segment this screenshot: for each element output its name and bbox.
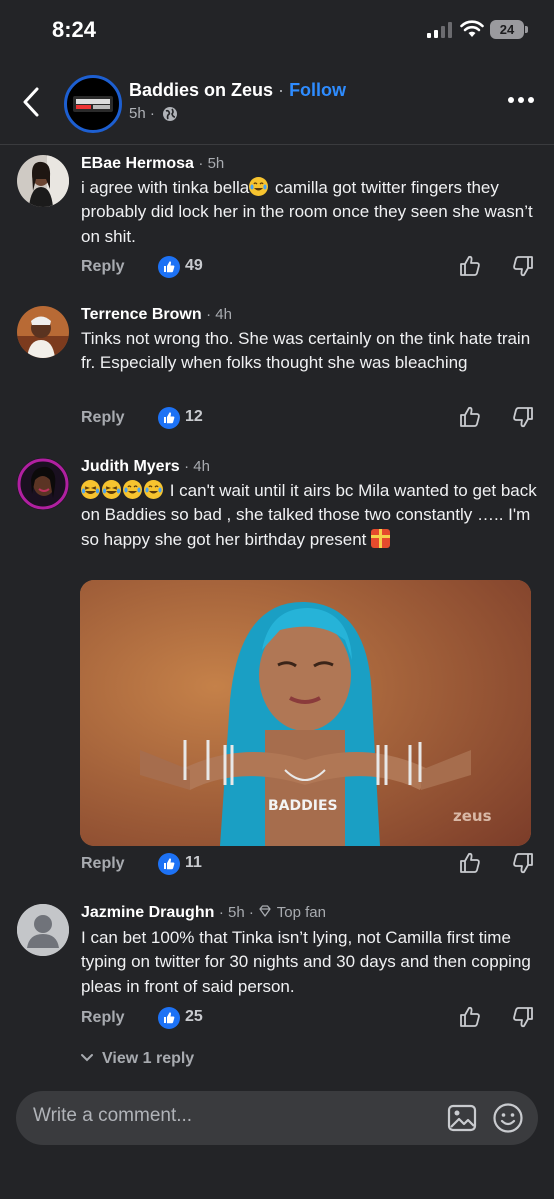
comment-author-line: Jazmine Draughn · 5h · Top fan [81, 904, 326, 922]
chevron-down-icon [81, 1054, 93, 1062]
page-avatar[interactable] [64, 75, 122, 133]
photo-watermark: zeus [453, 807, 492, 825]
thumbs-down-icon[interactable] [511, 1005, 535, 1029]
more-options-icon[interactable] [507, 96, 535, 104]
battery-indicator: 24 [490, 20, 524, 39]
battery-tip [525, 26, 528, 33]
thumbs-up-icon[interactable] [458, 405, 482, 429]
avatar-image [17, 458, 69, 510]
comment-author[interactable]: Terrence Brown [81, 306, 202, 323]
gift-emoji-icon [371, 528, 391, 548]
comment-author-line: Terrence Brown · 4h [81, 306, 232, 324]
reply-button[interactable]: Reply [81, 409, 125, 427]
comment-text-part: i agree with tinka bella [81, 178, 250, 197]
comment-composer[interactable]: Write a comment... [16, 1091, 538, 1145]
comment-time: · 4h [184, 458, 210, 475]
comment-actions: Reply 11 [81, 851, 541, 879]
crying-laughing-emoji-icon [123, 480, 142, 499]
crying-laughing-emoji-icon [144, 480, 163, 499]
back-arrow-icon[interactable] [20, 86, 42, 118]
like-badge-icon [158, 853, 180, 875]
photo-image: BADDIES zeus [80, 580, 531, 846]
thumbs-up-icon[interactable] [458, 254, 482, 278]
photo-attach-icon[interactable] [447, 1104, 477, 1132]
thumbs-down-icon[interactable] [511, 851, 535, 875]
comment-time: · 4h [206, 306, 232, 323]
like-badge-icon [158, 1007, 180, 1029]
status-bar: 8:24 24 [0, 0, 554, 60]
globe-icon [163, 107, 178, 122]
commenter-avatar[interactable] [17, 155, 69, 207]
commenter-avatar[interactable] [17, 458, 69, 510]
diamond-icon [259, 905, 271, 917]
comment-photo[interactable]: BADDIES zeus [80, 580, 531, 846]
crying-laughing-emoji-icon [249, 177, 269, 196]
comment-actions: Reply 12 [81, 405, 541, 433]
commenter-avatar[interactable] [17, 904, 69, 956]
commenter-avatar[interactable] [17, 306, 69, 358]
reply-button[interactable]: Reply [81, 1009, 125, 1027]
comment-actions: Reply 25 [81, 1005, 541, 1033]
post-meta: 5h · [129, 105, 178, 122]
comment-author[interactable]: Judith Myers [81, 458, 180, 475]
page-logo-icon [73, 96, 113, 112]
thumbs-up-icon[interactable] [458, 851, 482, 875]
comment-input[interactable]: Write a comment... [33, 1105, 192, 1127]
like-badge-icon [158, 407, 180, 429]
top-fan-badge: Top fan [276, 904, 326, 921]
view-replies-link[interactable]: View 1 reply [80, 1050, 194, 1068]
thumbs-down-icon[interactable] [511, 254, 535, 278]
like-count: 12 [185, 408, 203, 425]
like-badge-icon [158, 256, 180, 278]
thumbs-down-icon[interactable] [511, 405, 535, 429]
comment-author-line: EBae Hermosa · 5h [81, 155, 224, 173]
photo-necklace-text: BADDIES [268, 798, 338, 814]
like-count: 25 [185, 1008, 203, 1025]
comment-text: i agree with tinka bella camilla got twi… [81, 176, 541, 249]
post-header: Baddies on Zeus · Follow 5h · [0, 62, 554, 144]
status-time: 8:24 [52, 17, 97, 42]
header-divider [0, 144, 554, 145]
comment-text: I can't wait until it airs bc Mila wante… [81, 479, 541, 552]
thumbs-up-icon[interactable] [458, 1005, 482, 1029]
comment-text: Tinks not wrong tho. She was certainly o… [81, 329, 531, 373]
name-separator: · [278, 80, 285, 100]
page-name[interactable]: Baddies on Zeus [129, 80, 273, 100]
comment-actions: Reply 49 [81, 254, 541, 282]
avatar-image [17, 306, 69, 358]
comment-text: I can bet 100% that Tinka isn’t lying, n… [81, 928, 531, 996]
comment-author[interactable]: Jazmine Draughn [81, 904, 214, 921]
cellular-signal-icon [427, 22, 452, 38]
comment-author[interactable]: EBae Hermosa [81, 155, 194, 172]
laughing-tears-emoji-icon [81, 480, 100, 499]
post-time: 5h · [129, 105, 155, 122]
emoji-picker-icon[interactable] [492, 1102, 524, 1134]
comment-author-line: Judith Myers · 4h [81, 458, 210, 476]
comment-time: · 5h [198, 155, 225, 172]
laughing-tears-emoji-icon [102, 480, 121, 499]
like-count: 11 [185, 854, 202, 871]
avatar-image [17, 155, 69, 207]
like-count: 49 [185, 257, 203, 274]
page-name-line: Baddies on Zeus · Follow [129, 80, 346, 101]
default-avatar-icon [17, 904, 69, 956]
wifi-icon [460, 20, 484, 37]
reply-button[interactable]: Reply [81, 855, 125, 873]
view-replies-label: View 1 reply [102, 1050, 195, 1067]
comment-time: · 5h · [218, 904, 254, 921]
follow-button[interactable]: Follow [289, 80, 346, 100]
reply-button[interactable]: Reply [81, 258, 125, 276]
